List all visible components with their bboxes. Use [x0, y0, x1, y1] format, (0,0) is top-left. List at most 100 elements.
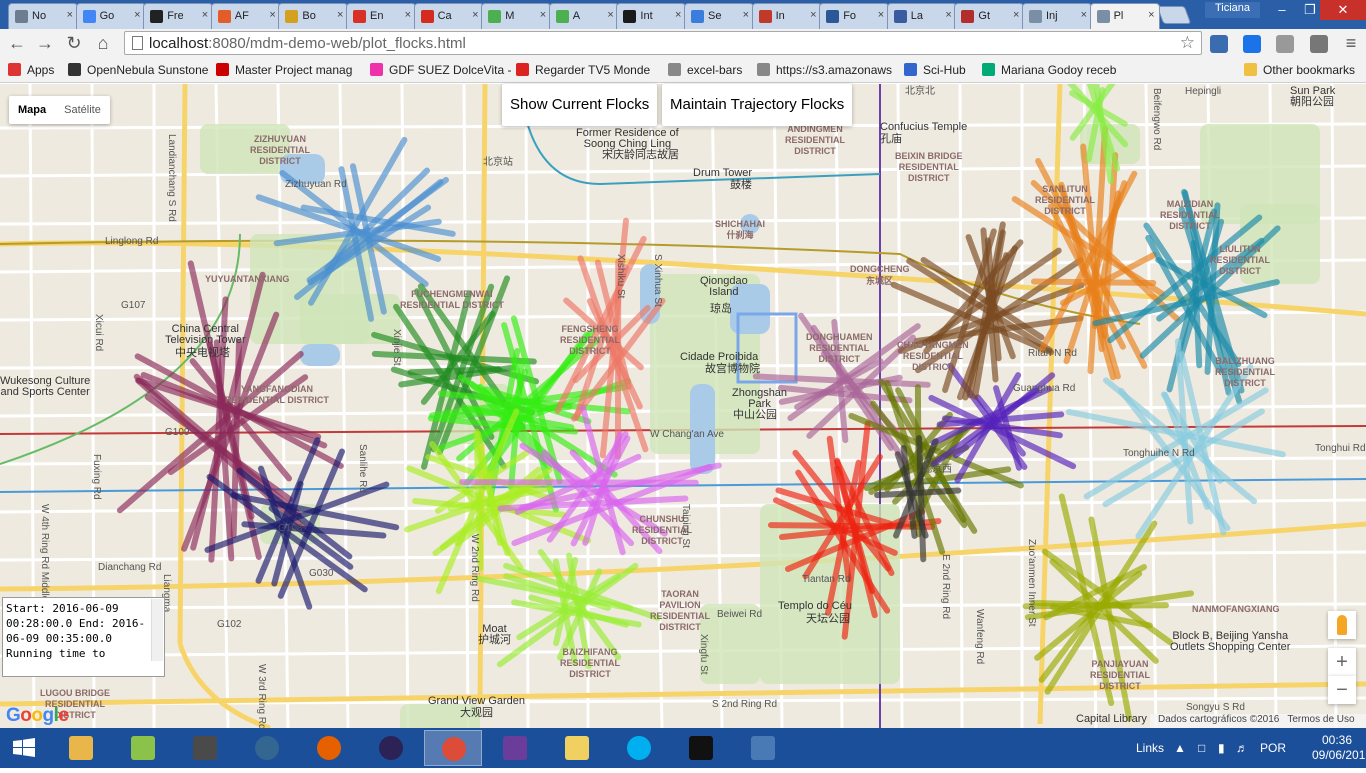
bookmark-item[interactable]: Apps — [8, 63, 54, 77]
links-toolbar[interactable]: Links — [1136, 741, 1164, 755]
tab-close-icon[interactable]: × — [1081, 9, 1087, 21]
browser-tab[interactable]: M× — [481, 3, 551, 29]
taskbar-app-firefox[interactable] — [300, 730, 358, 766]
bookmark-icon — [904, 63, 917, 76]
bookmark-star-icon[interactable]: ☆ — [1180, 33, 1195, 53]
taskbar-app-file-explorer[interactable] — [52, 730, 110, 766]
street-view-pegman-icon[interactable] — [1328, 611, 1356, 639]
taskbar-app-chrome[interactable] — [424, 730, 482, 766]
browser-tab[interactable]: Int× — [616, 3, 686, 29]
map-label: Qiongdao Island — [700, 276, 748, 298]
browser-tab[interactable]: No× — [8, 3, 78, 29]
tab-close-icon[interactable]: × — [743, 9, 749, 21]
tab-close-icon[interactable]: × — [269, 9, 275, 21]
tab-close-icon[interactable]: × — [540, 9, 546, 21]
network-icon[interactable]: □ — [1198, 741, 1205, 755]
map-label: G107 — [121, 300, 145, 311]
bookmark-item[interactable]: excel-bars — [668, 63, 742, 77]
taskbar-app-cmd[interactable] — [672, 730, 730, 766]
tab-close-icon[interactable]: × — [675, 9, 681, 21]
tray-arrow-icon[interactable]: ▲ — [1174, 741, 1186, 755]
browser-tab[interactable]: Fre× — [143, 3, 213, 29]
browser-tab[interactable]: Pl× — [1090, 3, 1160, 29]
taskbar-app-sublime-text[interactable] — [176, 730, 234, 766]
browser-tab[interactable]: Inj× — [1022, 3, 1092, 29]
other-bookmarks[interactable]: Other bookmarks — [1244, 63, 1355, 77]
map-label: Xishiku St — [615, 254, 626, 298]
map-type-option[interactable]: Satélite — [55, 96, 110, 124]
browser-tab[interactable]: Go× — [76, 3, 146, 29]
new-tab-button[interactable] — [1157, 6, 1192, 24]
map-canvas[interactable]: ZIZHUYUAN RESIDENTIAL DISTRICTZizhuyuan … — [0, 84, 1366, 728]
tab-close-icon[interactable]: × — [607, 9, 613, 21]
map-label: 朝阳公园 — [1290, 97, 1334, 108]
map-type-option[interactable]: Mapa — [9, 96, 55, 124]
reload-icon[interactable]: ↻ — [63, 32, 85, 54]
tab-close-icon[interactable]: × — [67, 9, 73, 21]
extension-icon[interactable] — [1243, 35, 1261, 53]
taskbar-app-postgresql[interactable] — [238, 730, 296, 766]
extension-icon[interactable] — [1210, 35, 1228, 53]
browser-tab[interactable]: La× — [887, 3, 957, 29]
browser-tab[interactable]: A× — [549, 3, 619, 29]
scrollbar[interactable] — [151, 599, 163, 661]
terms-link[interactable]: Termos de Uso — [1287, 714, 1354, 725]
extension-icon[interactable] — [1310, 35, 1328, 53]
taskbar-app-folder[interactable] — [548, 730, 606, 766]
browser-tab[interactable]: In× — [752, 3, 822, 29]
clock[interactable]: 00:36 09/06/2016 — [1312, 733, 1362, 763]
skype-extension-icon[interactable] — [1276, 35, 1294, 53]
map-label: BALIZHUANG RESIDENTIAL DISTRICT — [1215, 356, 1275, 389]
tab-close-icon[interactable]: × — [202, 9, 208, 21]
bookmark-item[interactable]: Master Project manag — [216, 63, 352, 77]
tab-close-icon[interactable]: × — [1013, 9, 1019, 21]
home-icon[interactable]: ⌂ — [92, 32, 114, 54]
map-label: Wukesong Culture and Sports Center — [0, 376, 90, 398]
browser-tab[interactable]: Se× — [684, 3, 754, 29]
map-label: MAIZIDIAN RESIDENTIAL DISTRICT — [1160, 199, 1220, 232]
browser-tab[interactable]: Fo× — [819, 3, 889, 29]
taskbar-app-skype[interactable] — [610, 730, 668, 766]
profile-button[interactable]: Ticiana — [1205, 2, 1260, 18]
start-button[interactable] — [0, 728, 50, 768]
zoom-in-button[interactable]: + — [1328, 648, 1356, 676]
bookmark-item[interactable]: OpenNebula Sunstone — [68, 63, 208, 77]
tab-label: Gt — [978, 10, 994, 22]
bookmark-item[interactable]: GDF SUEZ DolceVita - — [370, 63, 511, 77]
address-bar[interactable]: localhost:8080/mdm-demo-web/plot_flocks.… — [124, 31, 1202, 55]
tab-close-icon[interactable]: × — [472, 9, 478, 21]
info-textarea[interactable]: Start: 2016-06-09 00:28:00.0 End: 2016-0… — [2, 597, 165, 677]
battery-icon[interactable]: ▮ — [1218, 741, 1225, 755]
zoom-out-button[interactable]: − — [1328, 676, 1356, 704]
taskbar-app-qgis[interactable] — [114, 730, 172, 766]
bookmark-item[interactable]: Mariana Godoy receb — [982, 63, 1116, 77]
tab-close-icon[interactable]: × — [134, 9, 140, 21]
browser-tab[interactable]: En× — [346, 3, 416, 29]
tab-close-icon[interactable]: × — [405, 9, 411, 21]
browser-tab[interactable]: Ca× — [414, 3, 484, 29]
maintain-trajectory-flocks-button[interactable]: Maintain Trajectory Flocks — [662, 84, 852, 126]
menu-icon[interactable]: ≡ — [1340, 32, 1362, 54]
back-icon[interactable]: ← — [6, 32, 28, 54]
tab-close-icon[interactable]: × — [1148, 9, 1154, 21]
bookmark-item[interactable]: https://s3.amazonaws — [757, 63, 892, 77]
language-indicator[interactable]: POR — [1260, 741, 1286, 755]
close-window-icon[interactable]: ✕ — [1320, 0, 1366, 20]
browser-tab[interactable]: Gt × — [954, 3, 1024, 29]
tab-close-icon[interactable]: × — [945, 9, 951, 21]
taskbar-app-image-viewer[interactable] — [734, 730, 792, 766]
clock-date: 09/06/2016 — [1312, 748, 1362, 763]
browser-tab[interactable]: AF× — [211, 3, 281, 29]
taskbar-app-java-ee-ide[interactable] — [486, 730, 544, 766]
show-current-flocks-button[interactable]: Show Current Flocks — [502, 84, 657, 126]
bookmark-item[interactable]: Regarder TV5 Monde — [516, 63, 650, 77]
volume-icon[interactable]: ♬ — [1236, 741, 1248, 755]
forward-icon[interactable]: → — [34, 32, 56, 54]
browser-tab[interactable]: Bo× — [278, 3, 348, 29]
tab-close-icon[interactable]: × — [810, 9, 816, 21]
tab-close-icon[interactable]: × — [878, 9, 884, 21]
tab-close-icon[interactable]: × — [337, 9, 343, 21]
eclipse-icon — [379, 736, 403, 760]
bookmark-item[interactable]: Sci-Hub — [904, 63, 966, 77]
taskbar-app-eclipse[interactable] — [362, 730, 420, 766]
